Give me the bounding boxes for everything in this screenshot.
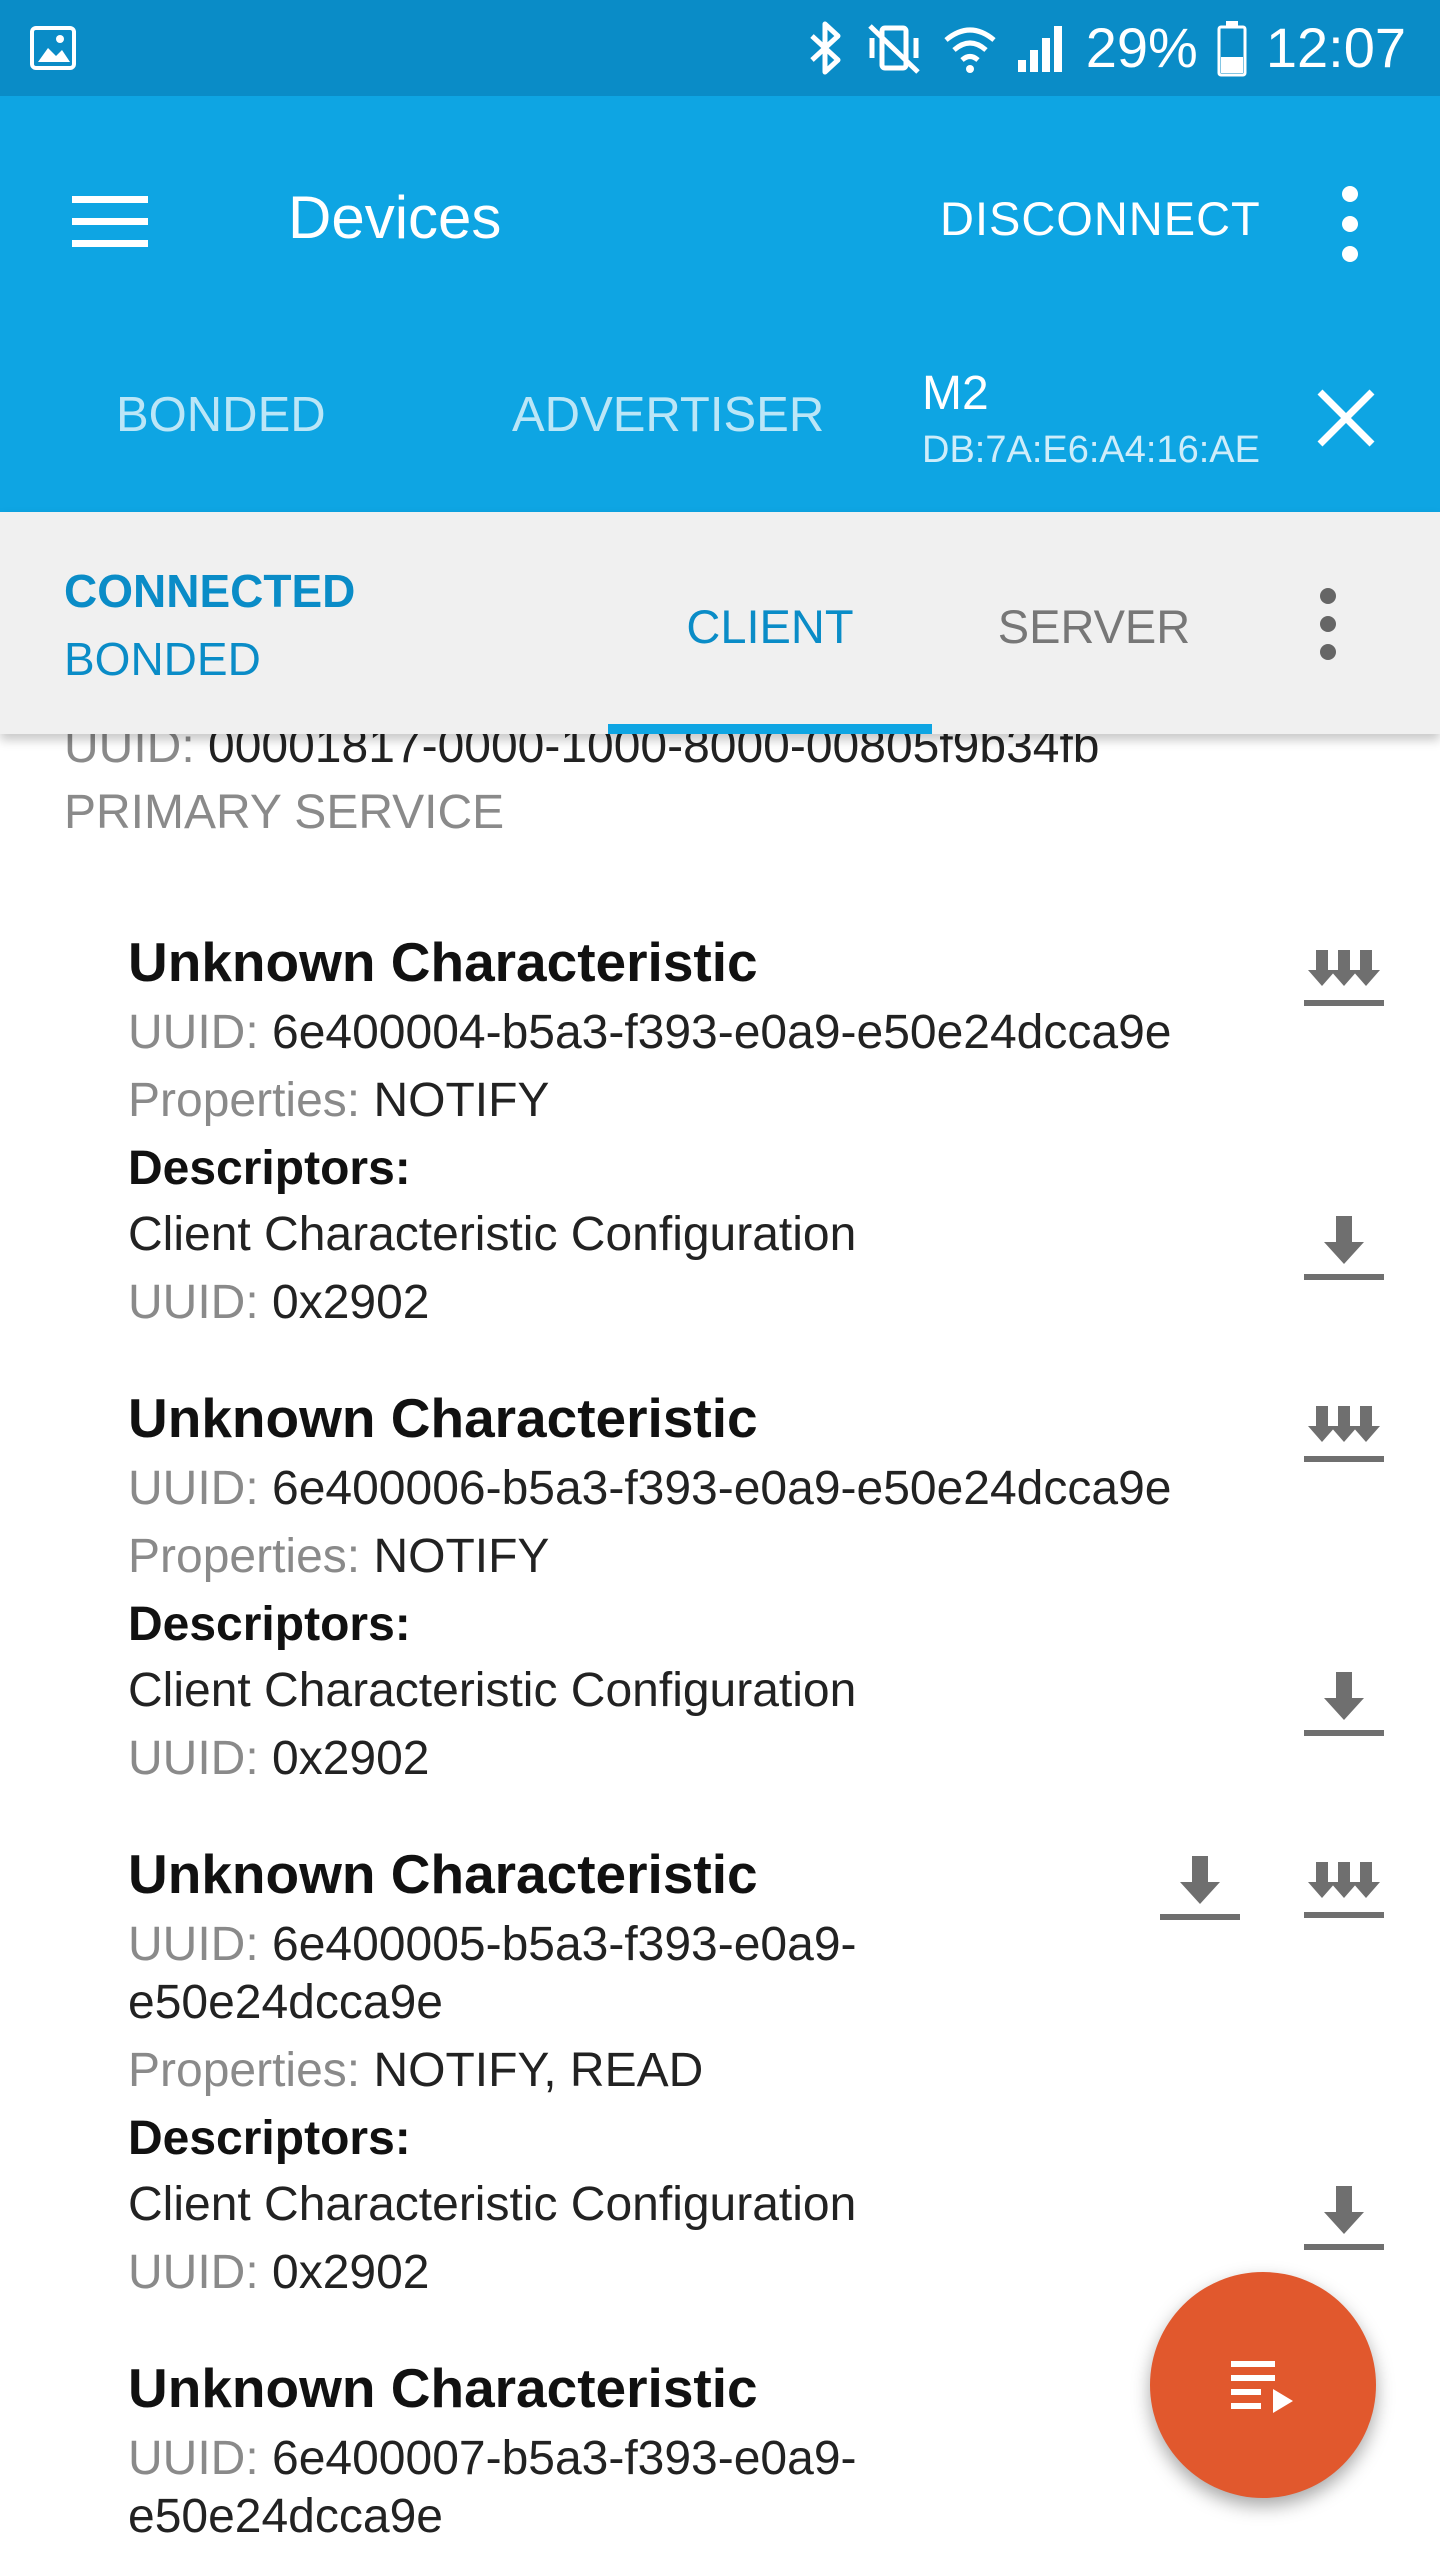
close-icon[interactable] bbox=[1306, 378, 1386, 458]
descriptor-name: Client Characteristic Configuration bbox=[128, 2178, 857, 2231]
app-bar: Devices DISCONNECT BONDED ADVERTISER M2 … bbox=[0, 96, 1440, 608]
characteristic-properties: Properties: NOTIFY, READ bbox=[128, 2044, 704, 2097]
characteristic-properties: Properties: NOTIFY bbox=[128, 1074, 550, 1127]
descriptor-uuid: UUID: 0x2902 bbox=[128, 1276, 430, 1329]
descriptors-header: Descriptors: bbox=[128, 1142, 411, 1195]
characteristic-uuid-cont: e50e24dcca9e bbox=[128, 2490, 443, 2543]
service-type: PRIMARY SERVICE bbox=[64, 786, 505, 839]
tab-advertiser[interactable]: ADVERTISER bbox=[512, 380, 824, 450]
page-title: Devices bbox=[288, 184, 502, 251]
characteristic-uuid-cont: e50e24dcca9e bbox=[128, 1976, 443, 2029]
service-uuid: UUID: 00001817-0000-1000-8000-00805f9b34… bbox=[64, 734, 1100, 773]
status-bar: 29% 12:07 bbox=[0, 0, 1440, 96]
download-icon[interactable] bbox=[1156, 1844, 1244, 1932]
notify-icon[interactable] bbox=[1300, 1388, 1388, 1476]
more-vert-icon[interactable] bbox=[1320, 174, 1380, 274]
device-address: DB:7A:E6:A4:16:AE bbox=[922, 429, 1260, 471]
queue-play-icon bbox=[1231, 2361, 1293, 2413]
tab-server[interactable]: SERVER bbox=[932, 512, 1256, 734]
more-vert-icon[interactable] bbox=[1300, 576, 1356, 672]
tab-server-label: SERVER bbox=[997, 600, 1191, 653]
characteristic-uuid: UUID: 6e400006-b5a3-f393-e0a9-e50e24dcca… bbox=[128, 1462, 1172, 1515]
signal-icon bbox=[1017, 26, 1062, 72]
download-icon[interactable] bbox=[1300, 1660, 1388, 1748]
descriptor-name: Client Characteristic Configuration bbox=[128, 1208, 857, 1261]
connection-state: CONNECTED bbox=[64, 565, 356, 617]
characteristic-properties: Properties: NOTIFY bbox=[128, 1530, 550, 1583]
connection-bar: CONNECTED BONDED CLIENT SERVER bbox=[0, 512, 1440, 734]
fab-queue-button[interactable] bbox=[1150, 2272, 1376, 2498]
vibrate-mute-icon bbox=[868, 24, 920, 74]
characteristic-name: Unknown Characteristic bbox=[128, 2357, 758, 2419]
tab-client-indicator bbox=[608, 724, 932, 734]
characteristic-uuid: UUID: 6e400007-b5a3-f393-e0a9- bbox=[128, 2432, 857, 2485]
battery-icon bbox=[1217, 21, 1247, 77]
clock: 12:07 bbox=[1265, 16, 1406, 79]
disconnect-button[interactable]: DISCONNECT bbox=[940, 178, 1261, 260]
characteristic-name: Unknown Characteristic bbox=[128, 1843, 758, 1905]
image-icon bbox=[30, 26, 76, 70]
download-icon[interactable] bbox=[1300, 1204, 1388, 1292]
device-name: M2 bbox=[922, 367, 989, 420]
characteristic-uuid: UUID: 6e400005-b5a3-f393-e0a9- bbox=[128, 1918, 857, 1971]
descriptors-header: Descriptors: bbox=[128, 1598, 411, 1651]
wifi-icon bbox=[944, 27, 996, 73]
tab-client-label: CLIENT bbox=[686, 600, 854, 653]
status-icons: 29% 12:07 bbox=[806, 0, 1440, 96]
tab-client[interactable]: CLIENT bbox=[608, 512, 932, 734]
characteristic-uuid: UUID: 6e400004-b5a3-f393-e0a9-e50e24dcca… bbox=[128, 1006, 1172, 1059]
descriptor-name: Client Characteristic Configuration bbox=[128, 1664, 857, 1717]
descriptor-uuid: UUID: 0x2902 bbox=[128, 1732, 430, 1785]
download-icon[interactable] bbox=[1300, 2174, 1388, 2262]
characteristic-name: Unknown Characteristic bbox=[128, 1387, 758, 1449]
notify-icon[interactable] bbox=[1300, 1844, 1388, 1932]
battery-percent: 29% bbox=[1085, 16, 1198, 79]
bond-state: BONDED bbox=[64, 633, 261, 685]
notify-icon[interactable] bbox=[1300, 932, 1388, 1020]
descriptors-header: Descriptors: bbox=[128, 2112, 411, 2165]
characteristic-name: Unknown Characteristic bbox=[128, 931, 758, 993]
bluetooth-icon bbox=[810, 21, 841, 75]
menu-icon[interactable] bbox=[72, 182, 152, 262]
tab-bonded[interactable]: BONDED bbox=[116, 380, 326, 450]
descriptor-uuid: UUID: 0x2902 bbox=[128, 2246, 430, 2299]
